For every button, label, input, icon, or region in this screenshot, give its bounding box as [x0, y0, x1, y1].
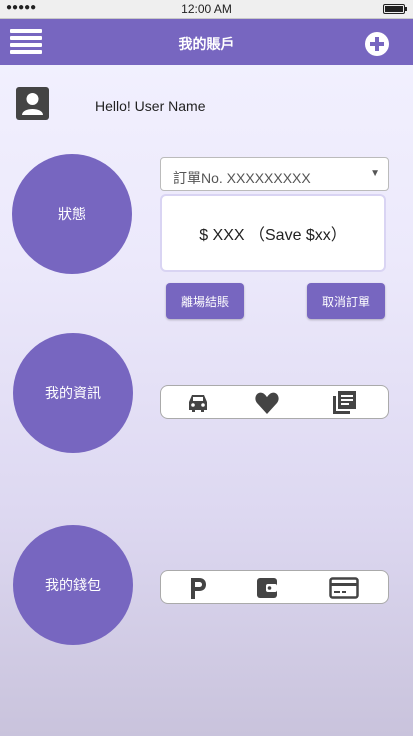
cancel-order-button[interactable]: 取消訂單 [307, 283, 385, 319]
user-greeting: Hello! User Name [95, 98, 206, 114]
avatar-icon[interactable] [16, 87, 49, 120]
battery-icon [383, 4, 407, 14]
credit-card-icon[interactable] [329, 575, 359, 601]
status-time: 12:00 AM [181, 2, 232, 16]
dropdown-arrow-icon: ▼ [370, 168, 380, 179]
header-bar: 我的賬戶 [0, 19, 413, 65]
page-title: 我的賬戶 [178, 36, 235, 52]
parking-icon[interactable] [185, 575, 211, 601]
order-select-value: 訂單No. XXXXXXXXX [173, 170, 311, 186]
car-icon[interactable] [185, 390, 211, 416]
my-info-button[interactable]: 我的資訊 [13, 333, 133, 453]
status-bar: ●●●●● 12:00 AM [0, 0, 413, 19]
heart-icon[interactable] [254, 390, 280, 416]
my-wallet-button[interactable]: 我的錢包 [13, 525, 133, 645]
document-icon[interactable] [331, 390, 357, 416]
wallet-icon[interactable] [254, 575, 280, 601]
price-display: $ XXX （Save $xx） [160, 194, 386, 272]
wallet-icon-bar [160, 570, 389, 604]
checkout-button[interactable]: 離場結賬 [166, 283, 244, 319]
info-icon-bar [160, 385, 389, 419]
order-select[interactable]: 訂單No. XXXXXXXXX ▼ [160, 157, 389, 191]
status-button[interactable]: 狀態 [12, 154, 132, 274]
add-plus-icon[interactable] [365, 32, 389, 56]
